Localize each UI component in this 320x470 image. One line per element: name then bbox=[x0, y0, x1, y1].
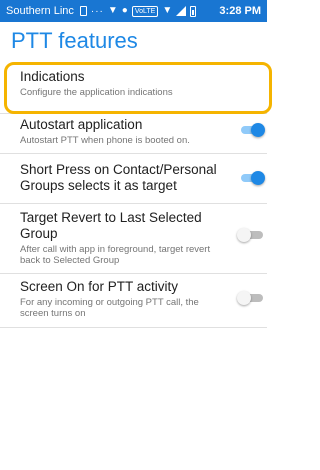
setting-subtitle: For any incoming or outgoing PTT call, t… bbox=[20, 297, 199, 319]
battery-icon bbox=[190, 5, 197, 17]
setting-target-revert[interactable]: Target Revert to Last Selected Group Aft… bbox=[0, 204, 267, 274]
setting-title: Indications bbox=[20, 69, 85, 84]
sim-icon bbox=[79, 6, 87, 16]
setting-subtitle: After call with app in foreground, targe… bbox=[20, 244, 211, 266]
status-icons: ··· ▼ ● VoLTE ▼ bbox=[79, 5, 220, 17]
setting-subtitle: Autostart PTT when phone is booted on. bbox=[20, 135, 190, 146]
toggle-thumb bbox=[251, 123, 265, 137]
setting-title: Screen On for PTT activity bbox=[20, 279, 179, 294]
short-press-toggle[interactable] bbox=[237, 171, 265, 185]
setting-autostart[interactable]: Autostart application Autostart PTT when… bbox=[0, 114, 267, 154]
autostart-toggle[interactable] bbox=[237, 123, 265, 137]
status-bar: Southern Linc ··· ▼ ● VoLTE ▼ 3:28 PM bbox=[0, 0, 267, 22]
screen-on-toggle[interactable] bbox=[237, 291, 265, 305]
toggle-thumb bbox=[251, 171, 265, 185]
setting-short-press[interactable]: Short Press on Contact/Personal Groups s… bbox=[0, 154, 267, 204]
setting-title: Target Revert to Last Selected Group bbox=[20, 210, 202, 241]
clock: 3:28 PM bbox=[219, 5, 261, 17]
setting-subtitle: Configure the application indications bbox=[20, 87, 173, 98]
volte-icon: VoLTE bbox=[131, 5, 159, 17]
signal-icon bbox=[176, 6, 187, 16]
location-icon: ● bbox=[121, 5, 128, 16]
page-title: PTT features bbox=[11, 28, 138, 53]
toggle-thumb bbox=[237, 291, 251, 305]
setting-title: Autostart application bbox=[20, 117, 143, 132]
carrier-name: Southern Linc bbox=[6, 5, 74, 17]
more-notifications-icon: ··· bbox=[90, 5, 104, 17]
toggle-thumb bbox=[237, 228, 251, 242]
setting-screen-on[interactable]: Screen On for PTT activity For any incom… bbox=[0, 274, 267, 328]
setting-title: Short Press on Contact/Personal Groups s… bbox=[20, 162, 217, 193]
shield-icon: ▼ bbox=[107, 5, 118, 16]
setting-indications[interactable]: Indications Configure the application in… bbox=[0, 62, 267, 114]
wifi-icon: ▼ bbox=[162, 5, 173, 16]
target-revert-toggle[interactable] bbox=[237, 228, 265, 242]
